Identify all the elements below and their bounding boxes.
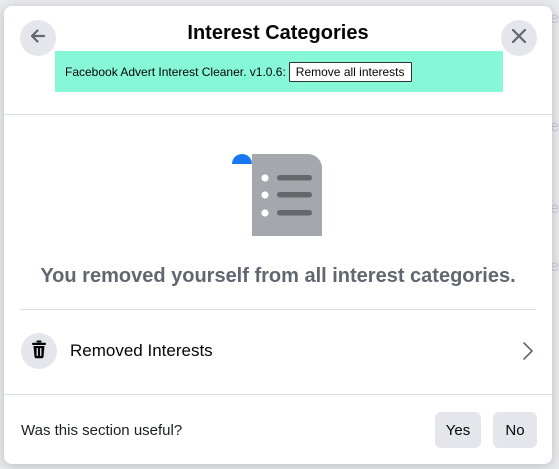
close-button[interactable]	[501, 20, 537, 56]
chevron-right-icon	[521, 340, 535, 367]
list-document-icon	[232, 154, 324, 249]
close-icon	[509, 26, 529, 51]
dialog-header: Interest Categories Facebook Advert Inte…	[4, 6, 552, 115]
no-button[interactable]: No	[493, 412, 537, 448]
removed-message: You removed yourself from all interest c…	[40, 265, 516, 287]
extension-label: Facebook Advert Interest Cleaner. v1.0.6…	[65, 64, 286, 79]
extension-bar: Facebook Advert Interest Cleaner. v1.0.6…	[55, 51, 503, 92]
removed-interests-label: Removed Interests	[70, 341, 213, 360]
remove-all-interests-button[interactable]: Remove all interests	[288, 61, 412, 82]
feedback-footer: Was this section useful? Yes No	[4, 394, 552, 464]
trash-icon	[29, 339, 49, 364]
yes-button[interactable]: Yes	[435, 412, 481, 448]
removed-interests-row[interactable]: Removed Interests	[4, 326, 552, 376]
divider	[20, 309, 536, 310]
dialog-title: Interest Categories	[187, 22, 369, 44]
trash-icon-circle	[21, 333, 57, 369]
interest-categories-dialog: Interest Categories Facebook Advert Inte…	[4, 6, 552, 464]
feedback-question: Was this section useful?	[21, 422, 183, 439]
